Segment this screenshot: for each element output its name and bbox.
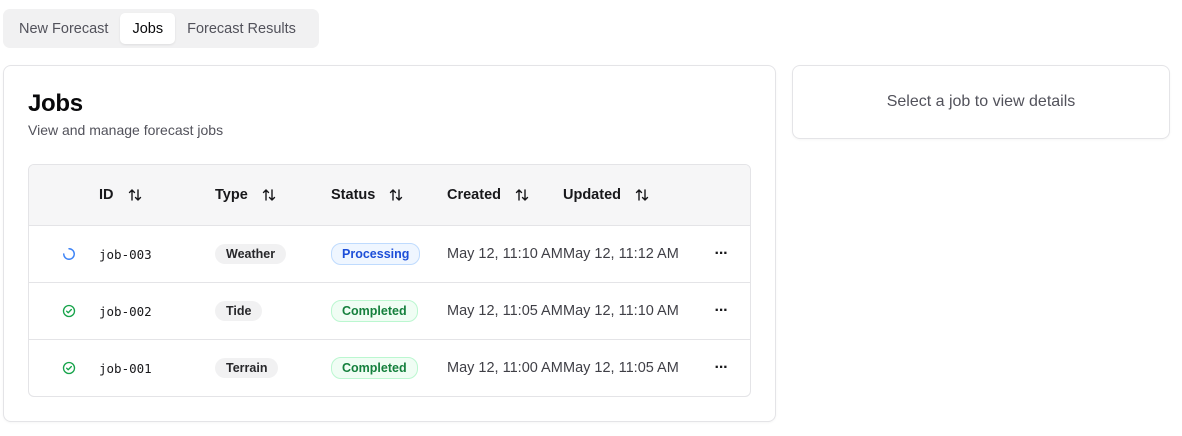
more-horizontal-icon: ···	[714, 359, 729, 376]
job-id: job-002	[99, 303, 152, 319]
more-horizontal-icon: ···	[714, 245, 729, 262]
tab-jobs[interactable]: Jobs	[120, 13, 176, 44]
updated-time: May 12, 11:10 AM	[563, 303, 679, 319]
table-row[interactable]: job-001 Terrain Completed May 12, 11:00 …	[29, 340, 750, 396]
type-badge: Terrain	[215, 358, 279, 378]
job-id: job-003	[99, 246, 152, 262]
updated-time: May 12, 11:05 AM	[563, 360, 679, 376]
table-header: ID Type Status Created Updated	[29, 165, 750, 226]
check-circle-icon	[62, 283, 78, 339]
created-time: May 12, 11:05 AM	[447, 303, 563, 319]
jobs-table: ID Type Status Created Updated job-003 W…	[28, 164, 751, 397]
row-actions-button[interactable]: ···	[712, 340, 730, 396]
job-id: job-001	[99, 360, 152, 376]
type-badge: Tide	[215, 301, 263, 321]
tab-list: New Forecast Jobs Forecast Results	[3, 9, 319, 48]
row-actions-button[interactable]: ···	[712, 226, 730, 282]
column-header-status[interactable]: Status	[331, 165, 403, 225]
sort-icon	[515, 189, 529, 201]
status-badge: Processing	[331, 243, 421, 265]
sort-icon	[128, 189, 141, 201]
check-circle-icon	[62, 340, 78, 396]
status-badge: Completed	[331, 300, 418, 322]
row-actions-button[interactable]: ···	[712, 283, 730, 339]
sort-icon	[390, 189, 403, 201]
sort-icon	[262, 189, 275, 201]
tab-new-forecast[interactable]: New Forecast	[7, 13, 120, 44]
created-time: May 12, 11:00 AM	[447, 360, 563, 376]
status-badge: Completed	[331, 357, 418, 379]
tab-forecast-results[interactable]: Forecast Results	[175, 13, 308, 44]
column-header-label: Created	[447, 187, 501, 203]
jobs-title: Jobs	[28, 90, 83, 117]
job-details-card: Select a job to view details	[792, 65, 1170, 139]
jobs-description: View and manage forecast jobs	[28, 122, 224, 138]
created-time: May 12, 11:10 AM	[447, 246, 563, 262]
loading-spinner-icon	[62, 226, 78, 282]
details-placeholder: Select a job to view details	[886, 93, 1076, 110]
more-horizontal-icon: ···	[714, 302, 729, 319]
column-header-created[interactable]: Created	[447, 165, 529, 225]
column-header-label: ID	[99, 187, 114, 203]
updated-time: May 12, 11:12 AM	[563, 246, 679, 262]
table-row[interactable]: job-002 Tide Completed May 12, 11:05 AM …	[29, 283, 750, 340]
jobs-card: Jobs View and manage forecast jobs ID Ty…	[3, 65, 776, 422]
type-badge: Weather	[215, 244, 287, 264]
column-header-label: Type	[215, 187, 248, 203]
sort-icon	[635, 189, 649, 201]
column-header-updated[interactable]: Updated	[563, 165, 649, 225]
column-header-id[interactable]: ID	[99, 165, 142, 225]
table-row[interactable]: job-003 Weather Processing May 12, 11:10…	[29, 226, 750, 283]
column-header-label: Updated	[563, 187, 621, 203]
column-header-type[interactable]: Type	[215, 165, 276, 225]
column-header-label: Status	[331, 187, 376, 203]
